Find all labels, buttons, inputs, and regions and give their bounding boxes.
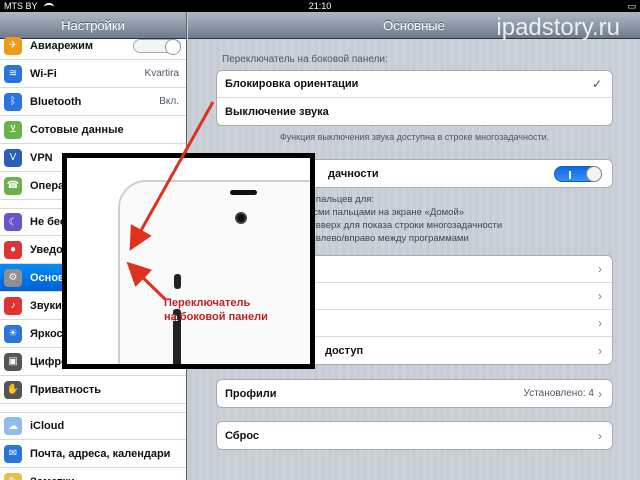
- moon-icon: ☾: [4, 213, 22, 231]
- sidebar-item-label: Авиарежим: [30, 39, 93, 52]
- vpn-icon: V: [4, 148, 22, 167]
- profiles-row[interactable]: Профили Установлено: 4 ›: [217, 380, 612, 407]
- profiles-group: Профили Установлено: 4 ›: [216, 379, 613, 408]
- chevron-right-icon: ›: [598, 262, 602, 276]
- side-switch-group: Блокировка ориентации ✓ Выключение звука: [216, 70, 613, 126]
- device-photo-overlay: Переключатель на боковой панели: [62, 153, 315, 369]
- reset-row[interactable]: Сброс ›: [217, 422, 612, 449]
- airplane-toggle[interactable]: [133, 38, 181, 55]
- chevron-right-icon: ›: [598, 428, 602, 443]
- checkmark-icon: ✓: [591, 77, 602, 91]
- gesture-line: есми пальцами на экране «Домой»: [308, 207, 465, 218]
- chevron-right-icon: ›: [598, 343, 602, 358]
- profiles-label: Профили: [225, 387, 277, 400]
- multitasking-toggle[interactable]: [554, 165, 602, 182]
- hand-icon: ✋: [4, 380, 22, 399]
- bluetooth-icon: ᛒ: [4, 92, 22, 111]
- notes-icon: ✎: [4, 472, 22, 480]
- sidebar-item-label: Приватность: [30, 383, 101, 396]
- side-switch-caption: Переключатель на боковой панели: [164, 296, 268, 324]
- option-label: Выключение звука: [225, 105, 329, 118]
- sidebar-item[interactable]: ⊻ Сотовые данные: [0, 116, 186, 144]
- device-photo: Переключатель на боковой панели: [67, 158, 310, 364]
- profiles-value: Установлено: 4: [523, 388, 594, 399]
- ipad-corner-illustration: [118, 180, 310, 364]
- carrier-icon: ☎: [4, 176, 22, 195]
- caption-line: Переключатель: [164, 297, 251, 309]
- gear-icon: ⚙: [4, 268, 22, 287]
- cellular-icon: ⊻: [4, 120, 22, 139]
- sidebar-item-label: Wi-Fi: [30, 67, 57, 80]
- sidebar-item[interactable]: ✋ Приватность: [0, 376, 186, 404]
- reset-group: Сброс ›: [216, 421, 613, 450]
- sidebar-item[interactable]: ≋ Wi-Fi Kvartira: [0, 60, 186, 88]
- side-switch-header: Переключатель на боковой панели:: [222, 54, 388, 65]
- sidebar-item-label: Сотовые данные: [30, 123, 124, 136]
- sidebar-item-label: Bluetooth: [30, 95, 82, 108]
- sidebar-item[interactable]: ✎ Заметки: [0, 468, 186, 480]
- cloud-icon: ☁: [4, 417, 22, 435]
- sidebar-item-value: Kvartira: [144, 68, 179, 79]
- airplane-icon: ✈: [4, 36, 22, 55]
- battery-icon: ▭: [627, 1, 636, 11]
- gesture-line: 5 пальцев для:: [308, 194, 375, 205]
- reset-label: Сброс: [225, 429, 260, 442]
- sidebar-item[interactable]: ☁ iCloud: [0, 412, 186, 440]
- speaker-grille: [230, 190, 257, 195]
- wifi-icon: ≋: [4, 64, 22, 83]
- speaker-icon: ♪: [4, 296, 22, 315]
- side-switch: [174, 274, 181, 289]
- camera-icon: [235, 212, 247, 224]
- sidebar-item-label: iCloud: [30, 420, 65, 432]
- chevron-right-icon: ›: [598, 386, 602, 401]
- gesture-line: я влево/вправо между программами: [308, 233, 469, 244]
- sidebar-item[interactable]: ✉ Почта, адреса, календари: [0, 440, 186, 468]
- option-label: Блокировка ориентации: [225, 78, 359, 90]
- gesture-line: я вверх для показа строки многозадачност…: [308, 220, 503, 231]
- mail-icon: ✉: [4, 444, 22, 463]
- chevron-right-icon: ›: [598, 316, 602, 330]
- sidebar-item-label: Почта, адреса, календари: [30, 447, 171, 460]
- option-orientation-lock[interactable]: Блокировка ориентации ✓: [217, 71, 612, 98]
- sidebar-item[interactable]: ᛒ Bluetooth Вкл.: [0, 88, 186, 116]
- sidebar-item-label: Заметки: [30, 476, 186, 480]
- watermark: ipadstory.ru: [496, 14, 620, 41]
- side-switch-footnote: Функция выключения звука доступна в стро…: [279, 132, 550, 142]
- status-time: 21:10: [308, 1, 332, 11]
- brightness-icon: ☀: [4, 324, 22, 343]
- picture-frame-icon: ▣: [4, 352, 22, 371]
- caption-line: на боковой панели: [164, 311, 268, 323]
- option-mute[interactable]: Выключение звука: [217, 98, 612, 125]
- notifications-icon: ●: [4, 240, 22, 259]
- sidebar-item-value: Вкл.: [159, 96, 179, 107]
- chevron-right-icon: ›: [598, 289, 602, 303]
- status-bar: MTS BY 21:10 ▭: [0, 0, 640, 12]
- sidebar-item[interactable]: ✈ Авиарежим: [0, 32, 186, 60]
